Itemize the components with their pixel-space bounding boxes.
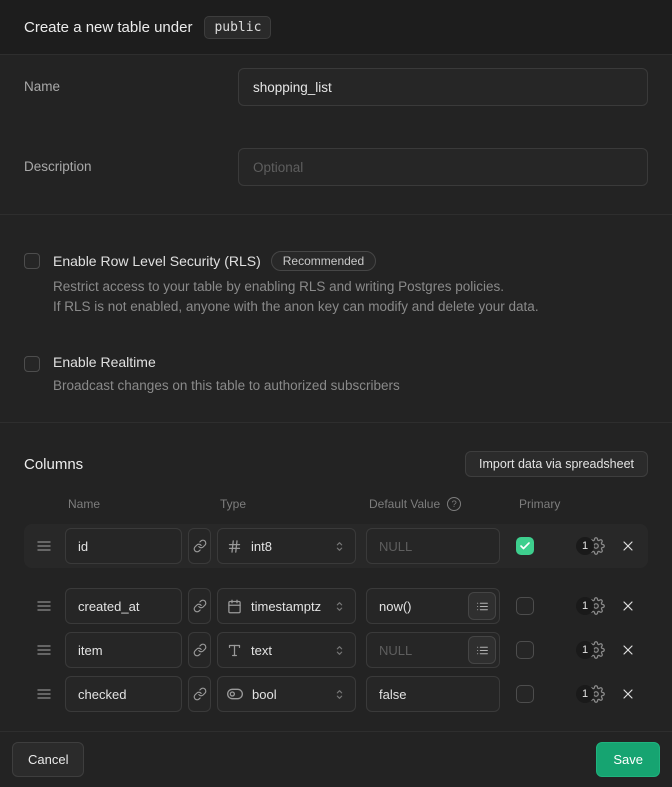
toggle-icon: [227, 686, 243, 702]
remove-column-icon[interactable]: [620, 686, 636, 702]
realtime-texts: Enable Realtime Broadcast changes on thi…: [53, 354, 400, 396]
schema-badge: public: [204, 16, 271, 39]
remove-column-icon[interactable]: [620, 598, 636, 614]
columns-section: Columns Import data via spreadsheet Name…: [0, 423, 672, 731]
column-row-created-at: timestamptz 1: [24, 584, 648, 628]
default-value-suggestions-icon[interactable]: [468, 592, 496, 620]
rls-checkbox[interactable]: [24, 253, 40, 269]
column-name-input[interactable]: [65, 632, 182, 668]
columns-heading: Columns: [24, 456, 83, 473]
column-type-select[interactable]: int8: [217, 528, 356, 564]
realtime-description: Broadcast changes on this table to autho…: [53, 376, 400, 396]
type-icon: [227, 643, 242, 658]
header-name: Name: [68, 497, 220, 511]
recommended-badge: Recommended: [271, 251, 376, 271]
header-default-value: Default Value: [369, 497, 440, 511]
drag-handle-icon[interactable]: [36, 538, 54, 554]
table-description-input[interactable]: [238, 148, 648, 186]
rls-texts: Enable Row Level Security (RLS) Recommen…: [53, 251, 539, 317]
primary-key-checkbox[interactable]: [516, 537, 534, 555]
foreign-key-link-icon[interactable]: [188, 676, 211, 712]
column-name-input[interactable]: [65, 676, 182, 712]
column-type-value: bool: [252, 687, 277, 702]
header-type: Type: [220, 497, 369, 511]
primary-key-checkbox[interactable]: [516, 685, 534, 703]
rls-option: Enable Row Level Security (RLS) Recommen…: [24, 251, 648, 317]
column-settings-button[interactable]: 1: [576, 597, 605, 615]
chevrons-up-down-icon: [333, 644, 346, 657]
column-row-id: int8 1: [24, 524, 648, 568]
name-label: Name: [24, 68, 238, 106]
settings-count-badge: 1: [576, 597, 594, 615]
default-value-input[interactable]: [366, 676, 500, 712]
default-value-input[interactable]: [366, 528, 500, 564]
settings-count-badge: 1: [576, 537, 594, 555]
column-row-checked: bool 1: [24, 672, 648, 716]
name-field-row: Name: [24, 68, 648, 106]
description-field-row: Description: [24, 148, 648, 186]
primary-key-checkbox[interactable]: [516, 597, 534, 615]
column-row-item: text 1: [24, 628, 648, 672]
column-settings-button[interactable]: 1: [576, 537, 605, 555]
table-info-section: Name Description: [0, 55, 672, 215]
drag-handle-icon[interactable]: [36, 642, 54, 658]
header-primary: Primary: [519, 497, 560, 511]
column-type-select[interactable]: bool: [217, 676, 356, 712]
chevrons-up-down-icon: [333, 600, 346, 613]
realtime-checkbox[interactable]: [24, 356, 40, 372]
description-label: Description: [24, 148, 238, 186]
rls-label: Enable Row Level Security (RLS): [53, 253, 261, 269]
save-button[interactable]: Save: [596, 742, 660, 777]
realtime-option: Enable Realtime Broadcast changes on thi…: [24, 354, 648, 396]
cancel-button[interactable]: Cancel: [12, 742, 84, 777]
column-settings-button[interactable]: 1: [576, 685, 605, 703]
chevrons-up-down-icon: [333, 688, 346, 701]
foreign-key-link-icon[interactable]: [188, 528, 211, 564]
column-type-value: int8: [251, 539, 272, 554]
rls-description: Restrict access to your table by enablin…: [53, 277, 539, 317]
table-name-input[interactable]: [238, 68, 648, 106]
primary-key-checkbox[interactable]: [516, 641, 534, 659]
settings-count-badge: 1: [576, 685, 594, 703]
drag-handle-icon[interactable]: [36, 686, 54, 702]
chevrons-up-down-icon: [333, 540, 346, 553]
foreign-key-link-icon[interactable]: [188, 632, 211, 668]
column-type-select[interactable]: text: [217, 632, 356, 668]
remove-column-icon[interactable]: [620, 538, 636, 554]
options-section: Enable Row Level Security (RLS) Recommen…: [0, 215, 672, 423]
create-table-dialog: Create a new table under public Name Des…: [0, 0, 672, 787]
import-spreadsheet-button[interactable]: Import data via spreadsheet: [465, 451, 648, 477]
realtime-label: Enable Realtime: [53, 354, 156, 370]
dialog-title: Create a new table under: [24, 19, 192, 36]
help-icon[interactable]: ?: [447, 497, 461, 511]
calendar-icon: [227, 599, 242, 614]
settings-count-badge: 1: [576, 641, 594, 659]
column-settings-button[interactable]: 1: [576, 641, 605, 659]
foreign-key-link-icon[interactable]: [188, 588, 211, 624]
column-type-value: text: [251, 643, 272, 658]
dialog-header: Create a new table under public: [0, 0, 672, 55]
column-name-input[interactable]: [65, 528, 182, 564]
hash-icon: [227, 539, 242, 554]
default-value-suggestions-icon[interactable]: [468, 636, 496, 664]
dialog-footer: Cancel Save: [0, 731, 672, 787]
columns-table-headers: Name Type Default Value ? Primary: [24, 497, 648, 511]
drag-handle-icon[interactable]: [36, 598, 54, 614]
column-name-input[interactable]: [65, 588, 182, 624]
remove-column-icon[interactable]: [620, 642, 636, 658]
column-type-select[interactable]: timestamptz: [217, 588, 356, 624]
column-type-value: timestamptz: [251, 599, 321, 614]
